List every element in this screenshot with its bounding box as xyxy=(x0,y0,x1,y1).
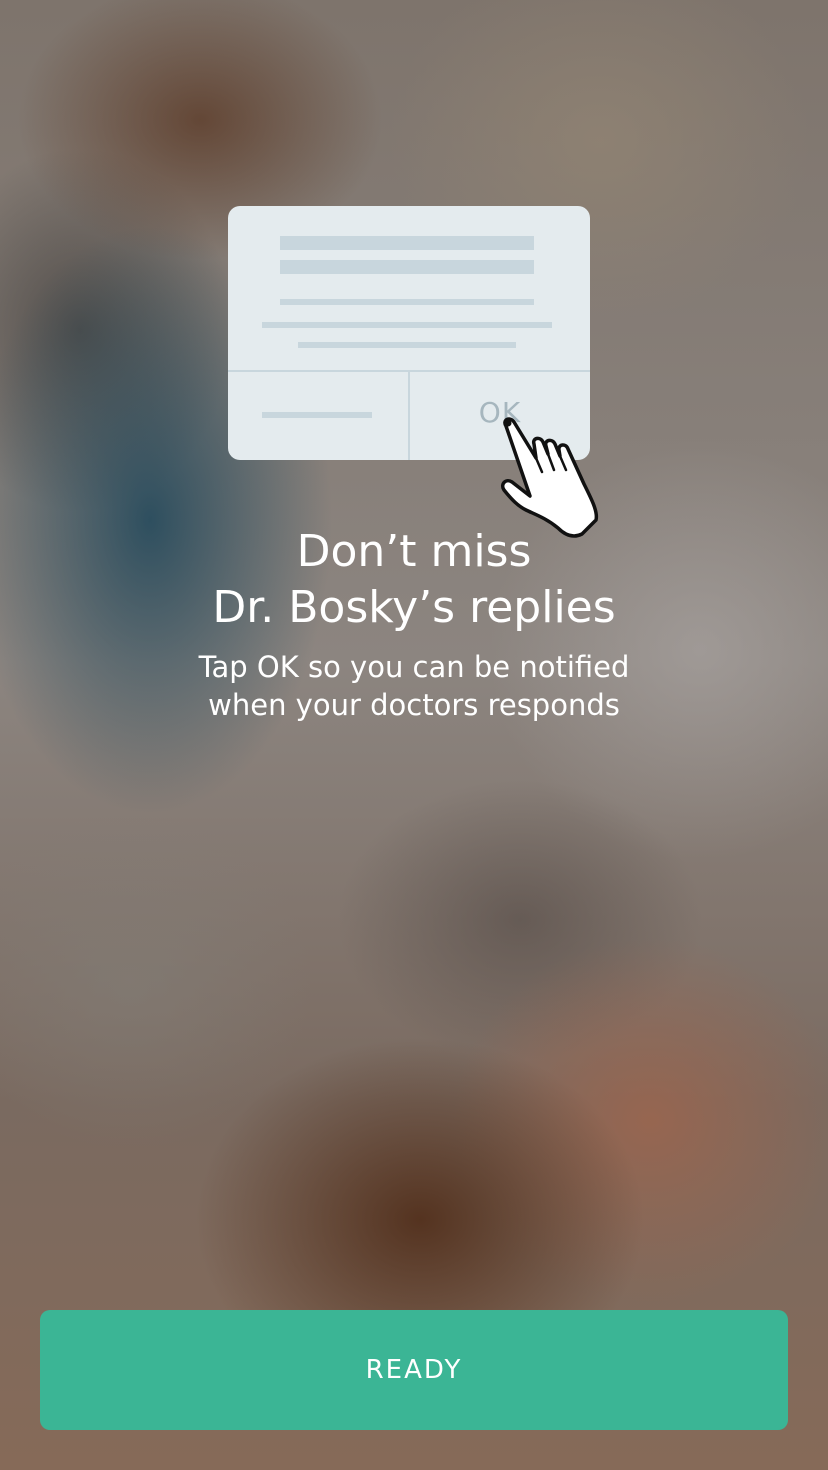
pointing-hand-icon xyxy=(500,417,599,538)
page-description-line: Tap OK so you can be notified xyxy=(198,650,630,684)
page-description: Tap OK so you can be notified when your … xyxy=(0,648,828,724)
illustration-body-line xyxy=(298,342,516,348)
page-title: Don’t miss Dr. Bosky’s replies xyxy=(0,524,828,636)
illustration-body-line xyxy=(262,322,552,328)
page-description-line: when your doctors responds xyxy=(208,688,620,722)
illustration-body-line xyxy=(280,299,534,305)
page-title-line: Dr. Bosky’s replies xyxy=(212,582,616,633)
illustration-title-line xyxy=(280,236,534,250)
page-title-line: Don’t miss xyxy=(296,526,532,577)
illustration-cancel-line xyxy=(262,412,372,418)
ready-button[interactable]: READY xyxy=(40,1310,788,1430)
illustration-title-line xyxy=(280,260,534,274)
